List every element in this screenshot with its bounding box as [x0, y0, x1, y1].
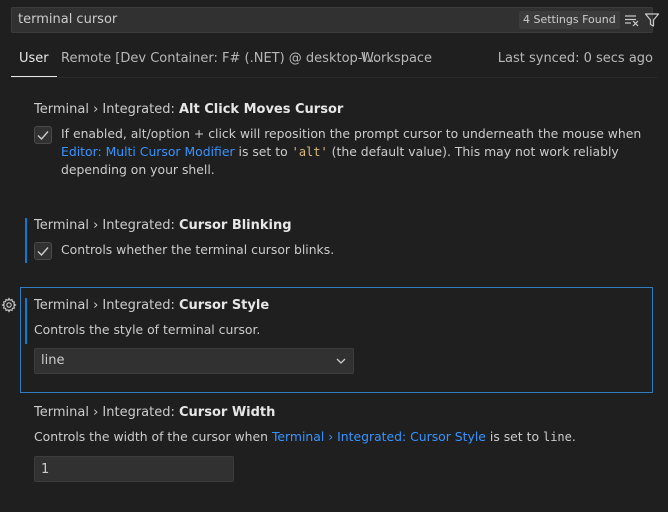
desc-text: is set to	[234, 144, 292, 159]
setting-title: Terminal › Integrated: Cursor Width	[34, 405, 275, 420]
alt-click-checkbox[interactable]	[34, 126, 52, 144]
settings-search-bar: 4 Settings Found	[11, 7, 660, 33]
desc-text: If enabled, alt/option + click will repo…	[61, 126, 642, 141]
desc-code: line	[542, 430, 572, 444]
setting-name: Cursor Blinking	[179, 218, 292, 233]
setting-description: Controls the style of terminal cursor.	[34, 322, 261, 337]
setting-title: Terminal › Integrated: Cursor Style	[34, 298, 269, 313]
sync-status: Last synced: 0 secs ago	[497, 51, 653, 66]
setting-name: Cursor Width	[179, 405, 276, 420]
setting-title: Terminal › Integrated: Cursor Blinking	[34, 218, 292, 233]
setting-description: Controls whether the terminal cursor bli…	[61, 242, 335, 257]
cursor-style-select[interactable]: line	[34, 348, 354, 374]
settings-count-badge: 4 Settings Found	[519, 11, 620, 29]
chevron-down-icon	[336, 358, 346, 364]
setting-name: Alt Click Moves Cursor	[179, 102, 344, 117]
setting-category: Terminal › Integrated:	[34, 298, 179, 313]
tab-workspace[interactable]: Workspace	[361, 44, 432, 77]
setting-title: Terminal › Integrated: Alt Click Moves C…	[34, 102, 343, 117]
setting-description: If enabled, alt/option + click will repo…	[61, 125, 651, 179]
editor-multi-cursor-modifier-link[interactable]: Editor: Multi Cursor Modifier	[61, 144, 235, 159]
desc-text: is set to	[485, 429, 543, 444]
setting-alt-click-moves-cursor: Terminal › Integrated: Alt Click Moves C…	[20, 102, 653, 192]
cursor-style-link[interactable]: Terminal › Integrated: Cursor Style	[272, 429, 486, 444]
setting-cursor-width: Terminal › Integrated: Cursor Width Cont…	[20, 405, 653, 485]
check-icon	[37, 131, 49, 141]
desc-text: Controls the width of the cursor when	[34, 429, 272, 444]
setting-description: Controls the width of the cursor when Te…	[34, 428, 624, 446]
settings-search-input[interactable]	[18, 8, 498, 32]
select-value: line	[41, 353, 65, 368]
tab-user[interactable]: User	[11, 44, 57, 77]
setting-category: Terminal › Integrated:	[34, 218, 179, 233]
tab-remote[interactable]: Remote [Dev Container: F# (.NET) @ deskt…	[61, 44, 378, 77]
setting-category: Terminal › Integrated:	[34, 405, 179, 420]
desc-code: 'alt'	[291, 145, 328, 159]
settings-scope-tabs: User Remote [Dev Container: F# (.NET) @ …	[11, 44, 657, 78]
setting-name: Cursor Style	[179, 298, 270, 313]
cursor-blinking-checkbox[interactable]	[34, 242, 52, 260]
gear-icon[interactable]	[1, 297, 17, 313]
clear-filter-icon[interactable]	[624, 12, 640, 28]
setting-cursor-style: Terminal › Integrated: Cursor Style Cont…	[20, 298, 653, 388]
setting-cursor-blinking: Terminal › Integrated: Cursor Blinking C…	[20, 218, 653, 268]
cursor-width-input[interactable]	[34, 456, 234, 482]
filter-icon[interactable]	[644, 12, 660, 28]
setting-category: Terminal › Integrated:	[34, 102, 179, 117]
check-icon	[37, 247, 49, 257]
desc-text: .	[571, 429, 576, 444]
